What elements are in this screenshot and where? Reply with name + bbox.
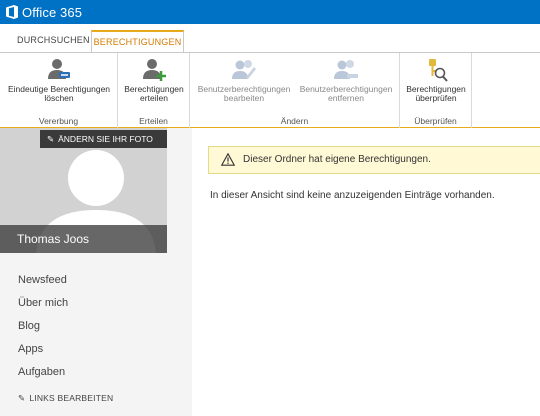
nav-item-apps[interactable]: Apps <box>18 338 68 361</box>
button-label-line2: entfernen <box>328 93 364 103</box>
suite-bar: Office 365 <box>0 0 540 24</box>
edit-links-button[interactable]: ✎ LINKS BEARBEITEN <box>18 393 113 404</box>
ribbon: Eindeutige Berechtigungen löschen Vererb… <box>0 52 540 128</box>
users-remove-icon <box>334 60 358 79</box>
group-vererbung: Eindeutige Berechtigungen löschen Vererb… <box>0 53 118 128</box>
user-add-icon <box>143 59 166 81</box>
office-icon <box>6 5 18 19</box>
group-erteilen: Berechtigungen erteilen Erteilen <box>118 53 190 128</box>
edit-user-permissions-button[interactable]: Benutzerberechtigungen bearbeiten <box>194 57 294 103</box>
office-logo[interactable]: Office 365 <box>6 4 82 20</box>
permissions-notice: Dieser Ordner hat eigene Berechtigungen. <box>208 146 540 174</box>
empty-view-message: In dieser Ansicht sind keine anzuzeigend… <box>210 190 495 201</box>
remove-user-permissions-button[interactable]: Benutzerberechtigungen entfernen <box>294 57 398 103</box>
nav-item-newsfeed[interactable]: Newsfeed <box>18 269 68 292</box>
check-permissions-button[interactable]: Berechtigungen überprüfen <box>402 57 470 103</box>
tab-berechtigungen[interactable]: BERECHTIGUNGEN <box>91 30 184 52</box>
quick-launch: Newsfeed Über mich Blog Apps Aufgaben <box>18 269 68 384</box>
nav-item-aufgaben[interactable]: Aufgaben <box>18 361 68 384</box>
change-photo-label: ÄNDERN SIE IHR FOTO <box>58 134 153 144</box>
users-delete-icon <box>48 59 70 79</box>
button-label-line2: bearbeiten <box>223 93 265 103</box>
button-label-line2: erteilen <box>140 93 168 103</box>
sidebar: ✎ ÄNDERN SIE IHR FOTO Thomas Joos Newsfee… <box>0 128 192 416</box>
group-label-vererbung: Vererbung <box>38 116 79 126</box>
group-aendern: Benutzerberechtigungen bearbeiten Benutz… <box>190 53 400 128</box>
group-label-ueberpruefen: Überprüfen <box>414 116 457 126</box>
warning-icon <box>221 153 235 166</box>
app-title: Office 365 <box>22 4 83 20</box>
profile-name: Thomas Joos <box>0 225 167 253</box>
group-label-erteilen: Erteilen <box>139 116 168 126</box>
group-label-aendern: Ändern <box>280 116 309 126</box>
grant-permissions-button[interactable]: Berechtigungen erteilen <box>120 57 188 103</box>
pencil-icon: ✎ <box>18 393 26 403</box>
group-ueberpruefen: Berechtigungen überprüfen Überprüfen <box>400 53 472 128</box>
change-photo-button[interactable]: ✎ ÄNDERN SIE IHR FOTO <box>40 130 167 148</box>
notice-text: Dieser Ordner hat eigene Berechtigungen. <box>243 154 431 165</box>
key-search-icon <box>429 59 448 82</box>
delete-unique-permissions-button[interactable]: Eindeutige Berechtigungen löschen <box>4 57 114 103</box>
tab-durchsuchen[interactable]: DURCHSUCHEN <box>17 35 90 45</box>
pencil-icon: ✎ <box>47 134 55 144</box>
profile-photo: ✎ ÄNDERN SIE IHR FOTO Thomas Joos <box>0 128 167 253</box>
nav-item-ueber-mich[interactable]: Über mich <box>18 292 68 315</box>
ribbon-tabs: DURCHSUCHEN BERECHTIGUNGEN <box>0 24 540 52</box>
button-label-line2: überprüfen <box>415 93 457 103</box>
nav-item-blog[interactable]: Blog <box>18 315 68 338</box>
button-label-line2: löschen <box>44 93 74 103</box>
users-edit-icon <box>232 60 256 79</box>
edit-links-label: LINKS BEARBEITEN <box>29 393 114 403</box>
